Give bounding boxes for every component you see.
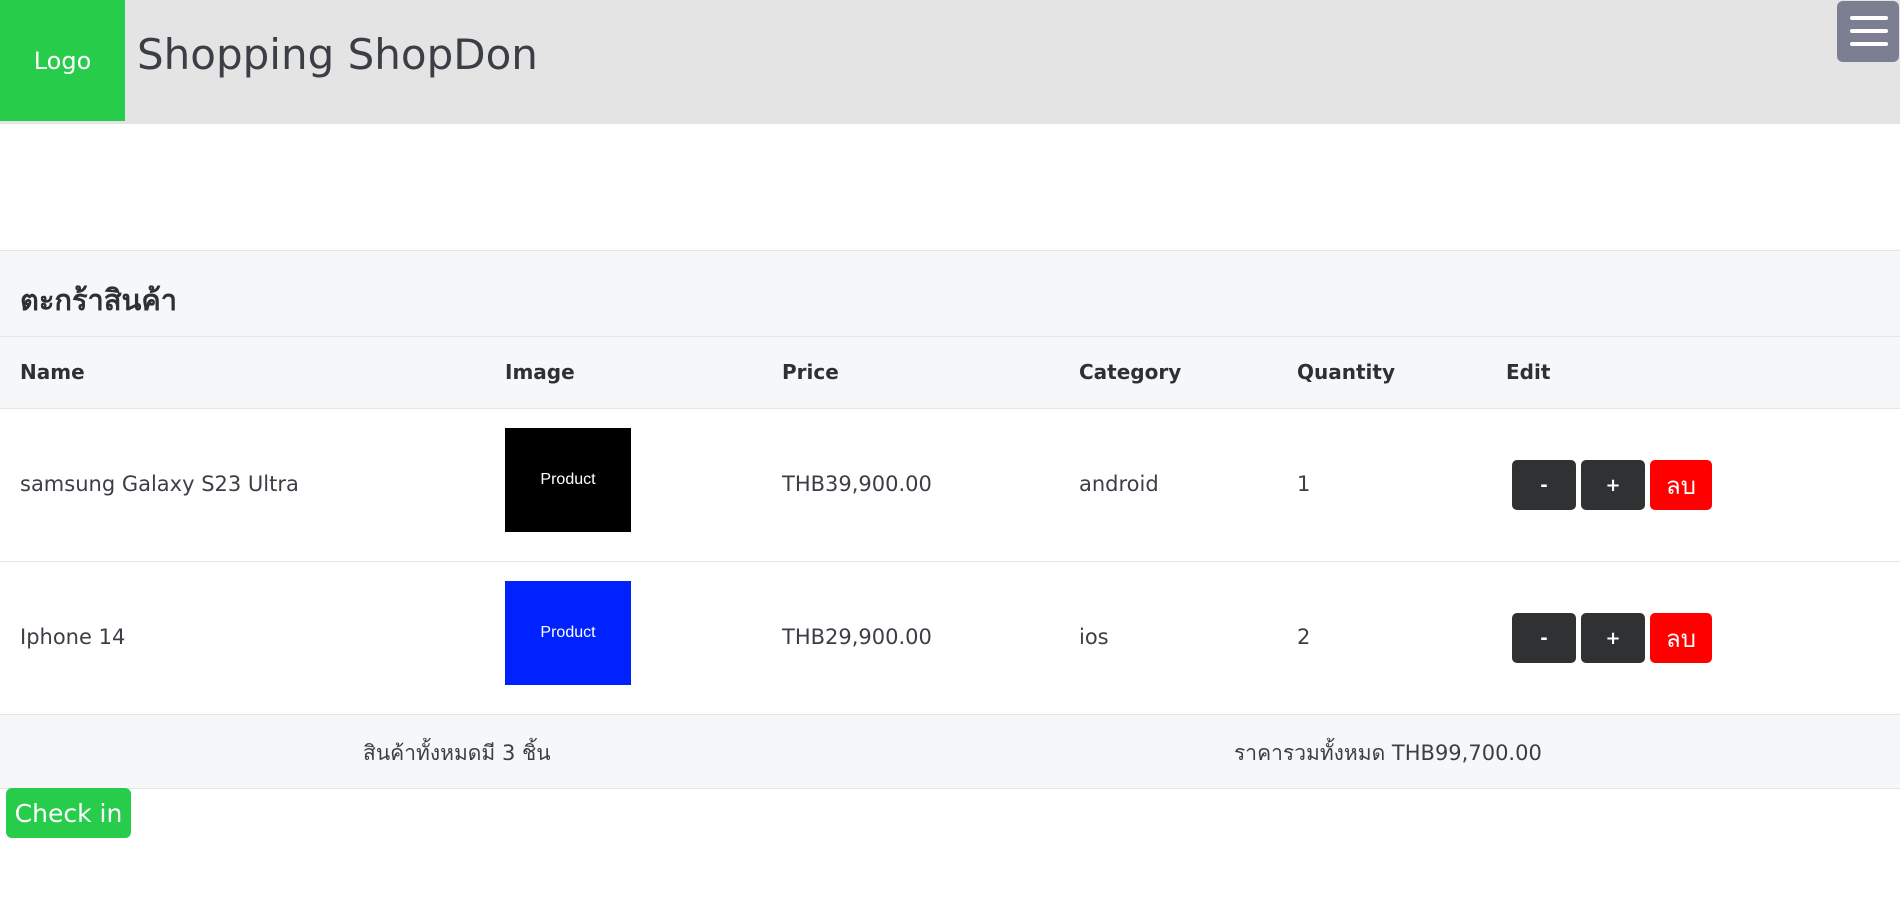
cart-title: ตะกร้าสินค้า [20,283,178,317]
logo[interactable]: Logo [0,0,125,121]
product-price: THB29,900.00 [782,625,932,649]
table-row: samsung Galaxy S23 Ultra Product THB39,9… [0,409,1900,562]
total-price: ราคารวมทั้งหมด THB99,700.00 [1234,741,1542,765]
table-row: Iphone 14 Product THB29,900.00 ios 2 - +… [0,562,1900,715]
hamburger-menu-icon[interactable] [1837,1,1899,62]
delete-item-button[interactable]: ลบ [1650,613,1712,663]
column-header-price: Price [782,360,839,384]
menu-line [1850,29,1888,33]
column-header-image: Image [505,360,575,384]
product-image: Product [505,428,631,532]
site-title: Shopping ShopDon [137,30,538,79]
column-header-edit: Edit [1506,360,1551,384]
increase-quantity-button[interactable]: + [1581,613,1645,663]
column-header-category: Category [1079,360,1182,384]
increase-quantity-button[interactable]: + [1581,460,1645,510]
product-category: android [1079,472,1159,496]
total-items: สินค้าทั้งหมดมี 3 ชิ้น [363,741,551,765]
product-category: ios [1079,625,1109,649]
product-quantity: 2 [1297,625,1311,649]
menu-line [1850,42,1888,46]
cart-table: ตะกร้าสินค้า Name Image Price Category Q… [0,250,1900,789]
product-name: Iphone 14 [20,625,126,649]
cart-header: ตะกร้าสินค้า [0,250,1900,337]
header-bar: Logo Shopping ShopDon [0,0,1900,124]
product-price: THB39,900.00 [782,472,932,496]
menu-line [1850,16,1888,20]
decrease-quantity-button[interactable]: - [1512,460,1576,510]
decrease-quantity-button[interactable]: - [1512,613,1576,663]
table-footer: สินค้าทั้งหมดมี 3 ชิ้น ราคารวมทั้งหมด TH… [0,715,1900,789]
table-head: Name Image Price Category Quantity Edit [0,337,1900,409]
product-name: samsung Galaxy S23 Ultra [20,472,299,496]
product-quantity: 1 [1297,472,1311,496]
product-image: Product [505,581,631,685]
column-header-quantity: Quantity [1297,360,1395,384]
delete-item-button[interactable]: ลบ [1650,460,1712,510]
check-in-button[interactable]: Check in [6,788,131,838]
column-header-name: Name [20,360,85,384]
